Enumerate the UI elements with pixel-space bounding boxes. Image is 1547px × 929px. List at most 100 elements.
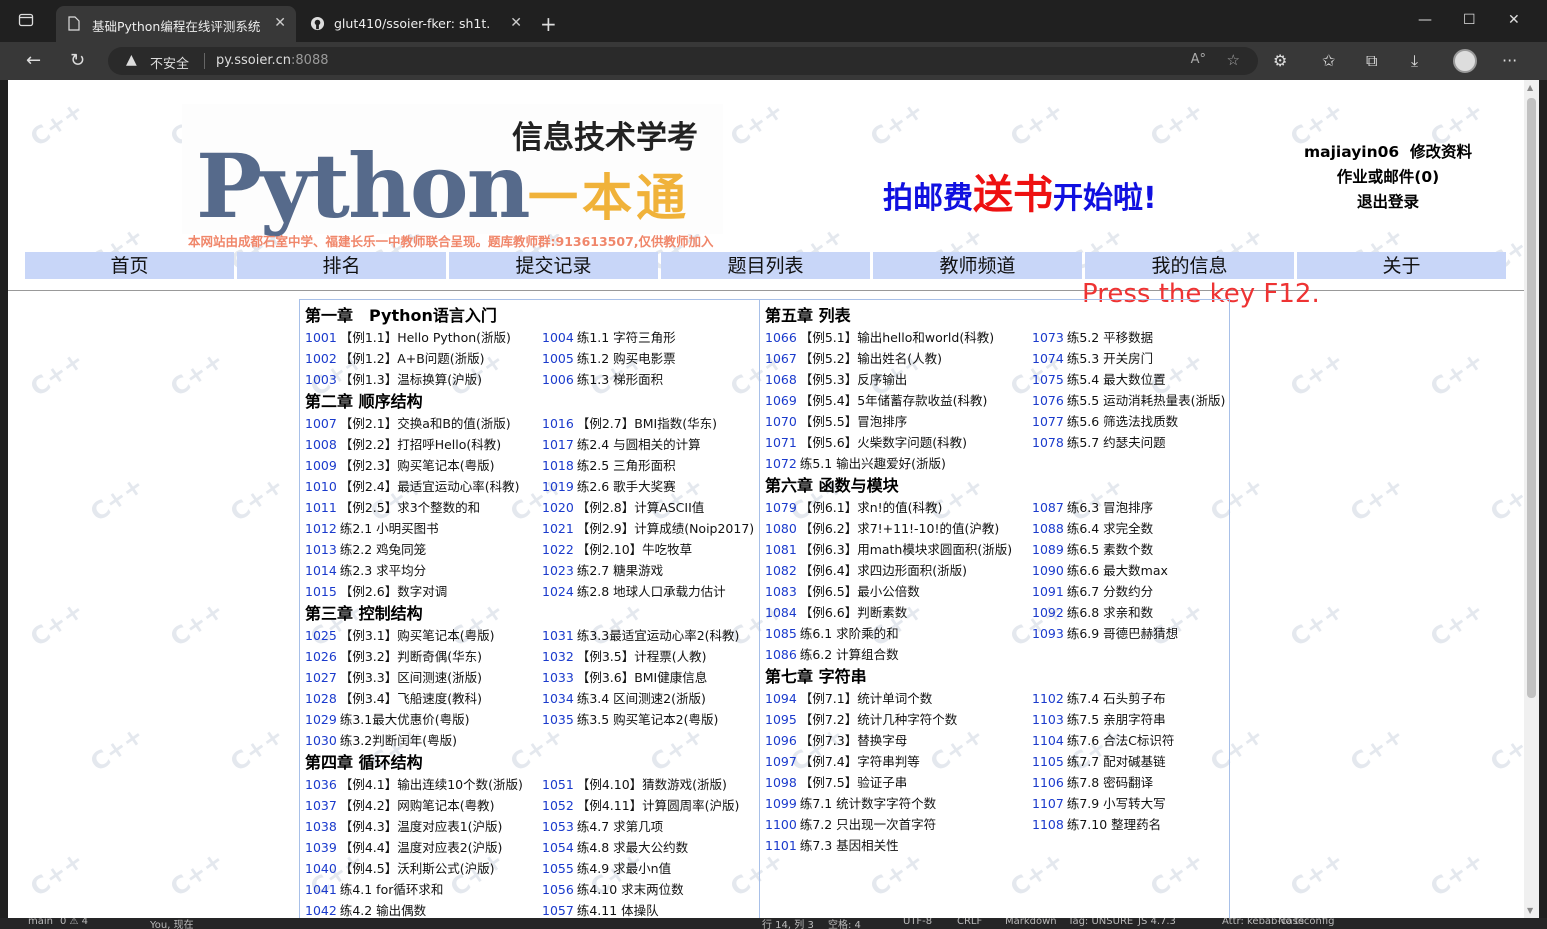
back-icon[interactable]: ← [26,50,41,71]
problem-item[interactable]: 1099 练7.1 统计数字字符个数 [765,793,1032,814]
problem-id-link[interactable]: 1012 [305,521,337,536]
problem-title[interactable]: 练5.4 最大数位置 [1067,372,1166,387]
problem-title[interactable]: 【例6.5】最小公倍数 [800,584,920,599]
problem-id-link[interactable]: 1035 [542,712,574,727]
problem-title[interactable]: 【例4.10】猜数游戏(浙版) [577,777,727,792]
problem-id-link[interactable]: 1021 [542,521,574,536]
problem-title[interactable]: 练5.2 平移数据 [1067,330,1153,345]
problem-id-link[interactable]: 1031 [542,628,574,643]
problem-id-link[interactable]: 1019 [542,479,574,494]
problem-item[interactable]: 1031 练3.3最适宜运动心率2(科教) [542,625,782,646]
problem-title[interactable]: 【例6.4】求四边形面积(浙版) [800,563,967,578]
security-label[interactable]: 不安全 [150,53,189,72]
problem-id-link[interactable]: 1102 [1032,691,1064,706]
problem-item[interactable]: 1104 练7.6 合法C标识符 [1032,730,1242,751]
problem-id-link[interactable]: 1053 [542,819,574,834]
problem-item[interactable]: 1082 【例6.4】求四边形面积(浙版) [765,560,1032,581]
problem-id-link[interactable]: 1078 [1032,435,1064,450]
problem-id-link[interactable]: 1042 [305,903,337,918]
favorites-icon[interactable]: ✩ [1322,51,1335,70]
problem-item[interactable]: 1042 练4.2 输出偶数 [305,900,542,918]
problem-title[interactable]: 练7.1 统计数字字符个数 [800,796,936,811]
problem-title[interactable]: 练6.6 最大数max [1067,563,1168,578]
problem-item[interactable]: 1095 【例7.2】统计几种字符个数 [765,709,1032,730]
problem-id-link[interactable]: 1037 [305,798,337,813]
problem-item[interactable]: 1034 练3.4 区间测速2(浙版) [542,688,782,709]
promo-banner[interactable]: 拍邮费送书开始啦! [883,162,1157,220]
problem-item[interactable]: 1107 练7.9 小写转大写 [1032,793,1242,814]
problem-title[interactable]: 【例2.10】牛吃牧草 [577,542,692,557]
problem-id-link[interactable]: 1081 [765,542,797,557]
problem-id-link[interactable]: 1017 [542,437,574,452]
logout-link[interactable]: 退出登录 [1357,190,1419,215]
problem-title[interactable]: 【例7.2】统计几种字符个数 [800,712,957,727]
problem-item[interactable]: 1020 【例2.8】计算ASCII值 [542,497,782,518]
problem-title[interactable]: 【例7.4】字符串判等 [800,754,920,769]
problem-id-link[interactable]: 1030 [305,733,337,748]
problem-id-link[interactable]: 1057 [542,903,574,918]
address-bar[interactable]: ▲ 不安全 py.ssoier.cn:8088 A° ☆ [108,47,1258,75]
problem-item[interactable]: 1083 【例6.5】最小公倍数 [765,581,1032,602]
problem-id-link[interactable]: 1076 [1032,393,1064,408]
close-tab-icon[interactable]: ✕ [510,15,522,31]
problem-item[interactable]: 1030 练3.2判断闰年(粤版) [305,730,542,751]
problem-id-link[interactable]: 1005 [542,351,574,366]
problem-id-link[interactable]: 1093 [1032,626,1064,641]
problem-title[interactable]: 【例1.2】A+B问题(浙版) [340,351,485,366]
problem-item[interactable]: 1035 练3.5 购买笔记本2(粤版) [542,709,782,730]
menu-ranking[interactable]: 排名 [237,252,446,279]
problem-id-link[interactable]: 1106 [1032,775,1064,790]
problem-id-link[interactable]: 1075 [1032,372,1064,387]
problem-title[interactable]: 练6.5 素数个数 [1067,542,1153,557]
new-tab-icon[interactable]: + [540,12,557,36]
problem-item[interactable]: 1106 练7.8 密码翻译 [1032,772,1242,793]
problem-id-link[interactable]: 1074 [1032,351,1064,366]
problem-id-link[interactable]: 1038 [305,819,337,834]
add-favorite-icon[interactable]: ☆ [1227,51,1240,69]
problem-item[interactable]: 1012 练2.1 小明买图书 [305,518,542,539]
problem-item[interactable]: 1093 练6.9 哥德巴赫猜想 [1032,623,1242,644]
problem-title[interactable]: 【例3.5】计程票(人教) [577,649,707,664]
problem-item[interactable]: 1010 【例2.4】最适宜运动心率(科教) [305,476,542,497]
problem-item[interactable]: 1084 【例6.6】判断素数 [765,602,1032,623]
problem-title[interactable]: 【例3.6】BMI健康信息 [577,670,707,685]
problem-item[interactable]: 1036 【例4.1】输出连续10个数(浙版) [305,774,542,795]
problem-item[interactable]: 1091 练6.7 分数约分 [1032,581,1242,602]
problem-title[interactable]: 【例4.2】网购笔记本(粤教) [340,798,495,813]
close-tab-icon[interactable]: ✕ [274,15,286,31]
problem-item[interactable]: 1081 【例6.3】用math模块求圆面积(浙版) [765,539,1032,560]
problem-title[interactable]: 【例2.7】BMI指数(华东) [577,416,717,431]
problem-item[interactable]: 1038 【例4.3】温度对应表1(沪版) [305,816,542,837]
problem-id-link[interactable]: 1100 [765,817,797,832]
problem-title[interactable]: 【例2.6】数字对调 [340,584,447,599]
problem-title[interactable]: 【例4.5】沃利斯公式(沪版) [340,861,495,876]
problem-id-link[interactable]: 1097 [765,754,797,769]
problem-title[interactable]: 练3.2判断闰年(粤版) [340,733,457,748]
problem-item[interactable]: 1028 【例3.4】飞船速度(教科) [305,688,542,709]
tab-actions-icon[interactable] [18,12,46,34]
problem-id-link[interactable]: 1029 [305,712,337,727]
problem-title[interactable]: 【例4.11】计算圆周率(沪版) [577,798,740,813]
problem-item[interactable]: 1096 【例7.3】替换字母 [765,730,1032,751]
problem-item[interactable]: 1013 练2.2 鸡兔同笼 [305,539,542,560]
problem-title[interactable]: 练7.5 亲朋字符串 [1067,712,1166,727]
problem-title[interactable]: 练1.1 字符三角形 [577,330,676,345]
problem-item[interactable]: 1094 【例7.1】统计单词个数 [765,688,1032,709]
problem-id-link[interactable]: 1007 [305,416,337,431]
problem-id-link[interactable]: 1041 [305,882,337,897]
problem-item[interactable]: 1066 【例5.1】输出hello和world(科教) [765,327,1032,348]
problem-id-link[interactable]: 1024 [542,584,574,599]
scroll-down-icon[interactable]: ▼ [1527,906,1533,915]
read-aloud-icon[interactable]: A° [1191,52,1206,67]
problem-item[interactable]: 1037 【例4.2】网购笔记本(粤教) [305,795,542,816]
menu-problem-list[interactable]: 题目列表 [661,252,870,279]
problem-item[interactable]: 1039 【例4.4】温度对应表2(沪版) [305,837,542,858]
problem-id-link[interactable]: 1080 [765,521,797,536]
problem-id-link[interactable]: 1086 [765,647,797,662]
problem-id-link[interactable]: 1004 [542,330,574,345]
problem-item[interactable]: 1033 【例3.6】BMI健康信息 [542,667,782,688]
problem-item[interactable]: 1023 练2.7 糖果游戏 [542,560,782,581]
problem-id-link[interactable]: 1001 [305,330,337,345]
problem-item[interactable]: 1017 练2.4 与圆相关的计算 [542,434,782,455]
problem-item[interactable]: 1007 【例2.1】交换a和B的值(浙版) [305,413,542,434]
